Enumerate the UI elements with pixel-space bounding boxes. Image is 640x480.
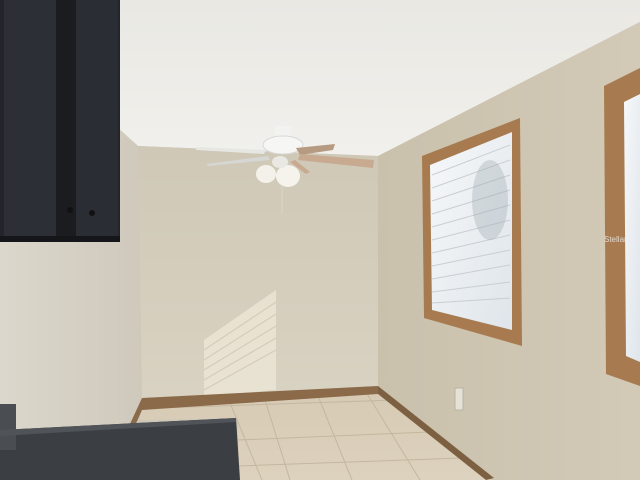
room-illustration: Stellar: [0, 0, 640, 480]
wall-outlet: [454, 387, 464, 411]
room-photo: Stellar: [0, 0, 640, 480]
window-center: [422, 118, 522, 346]
window-right: Stellar: [604, 68, 640, 386]
upper-cabinet: [0, 0, 120, 242]
cabinet-knob-left: [67, 207, 73, 213]
cabinet-knob-right: [89, 210, 95, 216]
watermark: Stellar: [604, 235, 627, 244]
